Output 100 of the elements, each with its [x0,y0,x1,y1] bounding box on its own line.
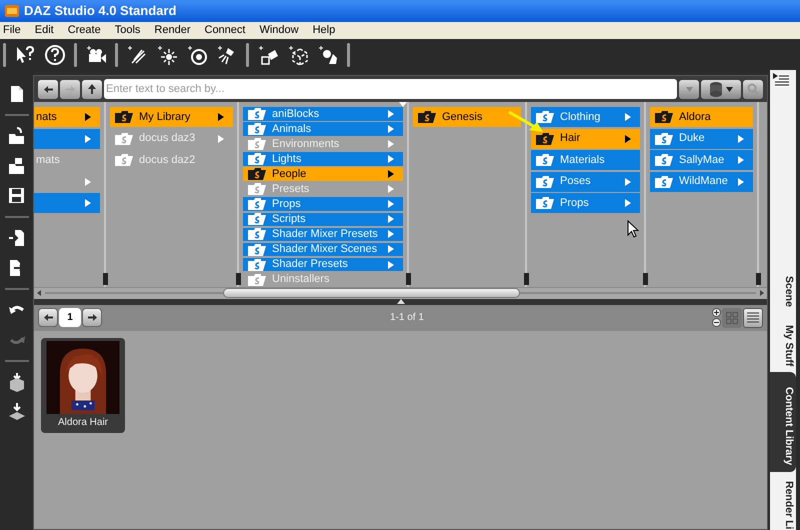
folder-item[interactable]: Environments [243,137,403,151]
folder-icon [417,110,437,124]
zoom-out-icon[interactable] [712,318,721,327]
menu-item[interactable]: Connect [204,22,246,39]
folder-item[interactable]: Uninstallers [243,272,403,286]
whats-this-icon[interactable] [14,44,36,66]
folder-item[interactable]: nats [34,107,100,127]
add-point-light-icon[interactable] [156,44,178,66]
back-button[interactable] [38,80,58,98]
folder-item[interactable]: Animals [243,122,403,136]
folder-label: Aldora [679,110,712,125]
database-icon [710,82,722,96]
expand-arrow-icon [218,113,224,121]
window-title: DAZ Studio 4.0 Standard [24,2,176,20]
folder-item[interactable]: Shader Mixer Presets [243,228,403,242]
folder-item[interactable]: Scripts [243,212,403,226]
filter-dropdown-button[interactable] [679,80,699,98]
panel-menu-icon[interactable] [772,72,790,88]
side-tab[interactable]: Render Li [770,472,796,530]
add-group-icon[interactable] [317,44,339,66]
scroll-left-icon [37,290,41,296]
folder-label: mats [36,152,61,168]
column-resize-handle[interactable] [643,272,648,284]
column-resize-handle[interactable] [236,272,241,284]
side-tab[interactable]: Scene [770,262,796,312]
mouse-cursor-icon [627,220,639,238]
search-button[interactable] [743,80,763,98]
folder-item[interactable]: WildMane [650,172,753,192]
folder-label: SallyMae [679,152,726,168]
search-field[interactable]: Enter text to search by... [104,79,677,99]
menu-item[interactable]: Help [312,22,336,39]
column-resize-handle[interactable] [103,272,108,284]
scrollbar-thumb[interactable] [223,288,520,298]
up-arrow-icon [88,84,96,94]
folder-icon [247,137,267,151]
folder-item[interactable]: mats [34,150,100,170]
folder-item[interactable]: Poses [531,172,640,192]
folder-item[interactable]: Lights [243,152,403,166]
add-camera-icon[interactable] [85,44,107,66]
list-view-button[interactable] [743,308,763,328]
column-resize-handle[interactable] [756,272,761,284]
side-tab[interactable]: My Stuff [770,312,796,372]
add-light-dial-icon[interactable] [186,44,208,66]
result-count: 1-1 of 1 [390,311,424,325]
page-number-field[interactable]: 1 [59,308,81,327]
forward-button[interactable] [60,80,80,98]
expand-arrow-icon [85,113,91,121]
up-button[interactable] [82,80,102,98]
folder-item[interactable]: Props [531,193,640,213]
folder-item[interactable]: Materials [531,150,640,170]
menu-item[interactable]: Render [154,22,190,39]
folder-label: Shader Presets [272,258,349,272]
folder-label: Shader Mixer Scenes [272,242,378,256]
menu-item[interactable]: Tools [114,22,140,39]
folder-item[interactable]: My Library [110,107,233,127]
menu-item[interactable]: Window [259,22,299,39]
folder-item[interactable]: aniBlocks [243,107,403,121]
folder-item[interactable]: People [243,167,403,181]
folder-item[interactable]: Shader Presets [243,258,403,272]
splitter-handle-icon[interactable] [399,102,407,107]
save-icon[interactable] [6,186,26,206]
folder-item[interactable]: SallyMae [650,150,753,170]
column-resize-handle[interactable] [524,272,529,284]
folder-item[interactable]: Aldora [650,107,753,127]
folder-item[interactable]: Shader Mixer Scenes [243,242,403,256]
load-scene-icon[interactable] [6,402,26,422]
column-resize-handle[interactable] [406,272,411,284]
folder-label: Materials [560,152,606,168]
folder-item[interactable]: Duke [650,128,753,148]
help-icon[interactable] [44,44,66,66]
annotation-arrow [507,110,545,134]
open-folder-icon[interactable] [6,126,26,146]
folder-icon [114,132,134,146]
add-distant-light-icon[interactable] [126,44,148,66]
right-arrow-icon [88,314,96,321]
expand-arrow-icon [625,199,631,207]
database-dropdown-button[interactable] [701,80,741,98]
add-null-icon[interactable] [287,44,309,66]
asset-thumbnail[interactable]: Aldora Hair [41,338,125,432]
folder-item[interactable]: Props [243,197,403,212]
menu-item[interactable]: Create [68,22,101,39]
folder-item[interactable]: Presets [243,182,403,196]
previous-page-button[interactable] [38,308,58,327]
menu-item[interactable]: Edit [34,22,54,39]
folder-item[interactable]: Clothing [531,107,640,127]
side-tab[interactable]: Content Library [770,372,796,472]
menu-item[interactable]: File [3,22,21,39]
expand-arrow-icon [738,156,744,164]
horizontal-scrollbar[interactable] [34,286,767,298]
folder-item[interactable]: docus daz3 [110,128,233,148]
folder-icon [654,110,674,124]
folder-label: Uninstallers [272,272,330,286]
next-page-button[interactable] [82,308,102,327]
folder-item[interactable]: docus daz2 [110,150,233,170]
add-primitive-icon[interactable] [257,44,279,66]
zoom-in-icon[interactable] [712,308,721,317]
import-icon[interactable] [6,228,26,248]
merge-folder-icon[interactable] [6,156,26,176]
folder-item[interactable]: Genesis [413,107,521,127]
folder-item[interactable]: Hair [531,128,640,148]
